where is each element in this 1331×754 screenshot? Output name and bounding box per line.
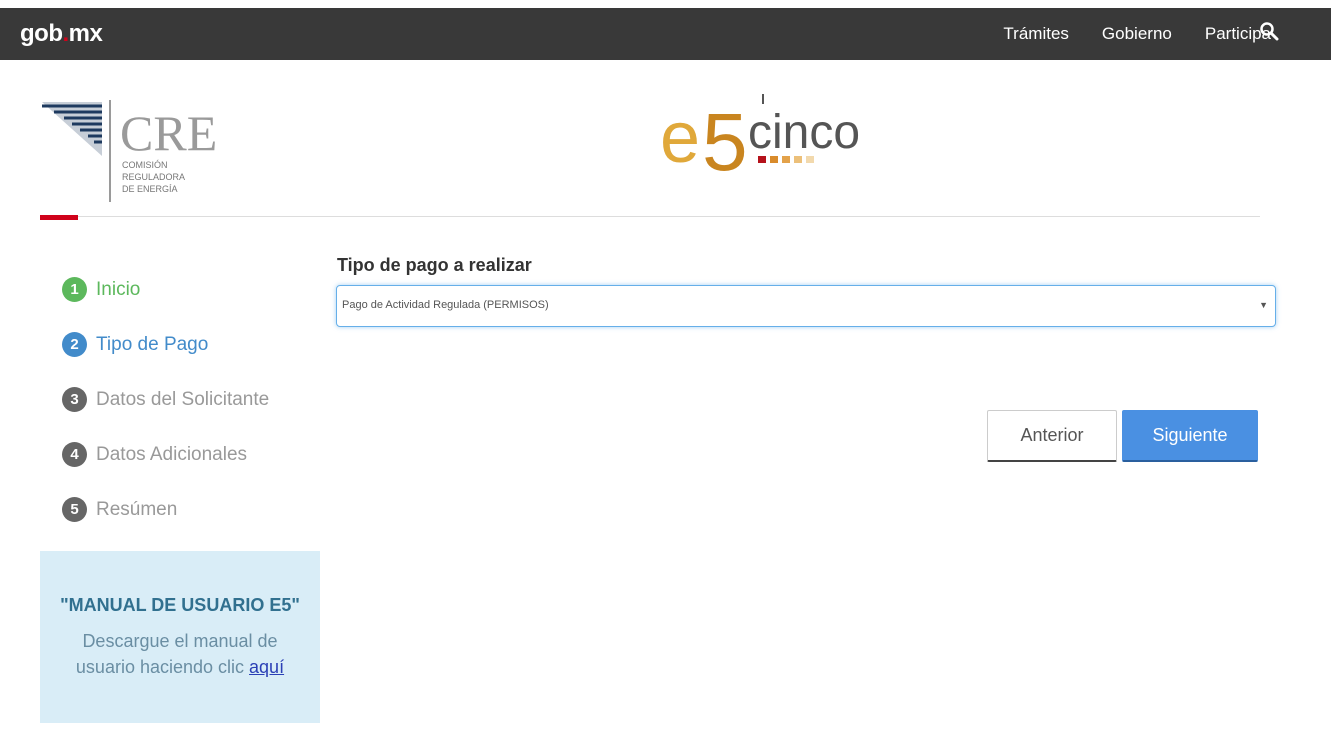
steps-list: 1 Inicio 2 Tipo de Pago 3 Datos del Soli…	[62, 262, 322, 537]
brand-suffix: mx	[68, 20, 103, 47]
payment-type-select[interactable]: Pago de Actividad Regulada (PERMISOS) ▼	[336, 285, 1276, 327]
manual-text: Descargue el manual de usuario haciendo …	[40, 628, 320, 680]
step-number-badge: 2	[62, 332, 87, 357]
nav-tramites[interactable]: Trámites	[1003, 24, 1069, 44]
manual-text-line2: usuario haciendo clic	[75, 657, 250, 677]
step-label: Inicio	[96, 278, 141, 300]
step-number-badge: 5	[62, 497, 87, 522]
svg-text:cinco: cinco	[748, 106, 860, 159]
dropdown-caret-icon: ▼	[1259, 300, 1268, 310]
header-accent	[40, 215, 78, 220]
payment-type-label: Tipo de pago a realizar	[337, 255, 532, 275]
step-number-badge: 1	[62, 277, 87, 302]
nav-gobierno[interactable]: Gobierno	[1102, 24, 1172, 44]
step-number-badge: 4	[62, 442, 87, 467]
top-navbar: gob.mx Trámites Gobierno Participa	[0, 8, 1331, 60]
manual-download-link[interactable]: aquí	[249, 657, 284, 677]
step-tipo-de-pago[interactable]: 2 Tipo de Pago	[62, 317, 322, 372]
gobmx-logo[interactable]: gob.mx	[20, 20, 103, 48]
search-icon[interactable]	[1259, 21, 1281, 43]
svg-text:e: e	[660, 98, 700, 178]
header-divider	[40, 216, 1260, 217]
step-number-badge: 3	[62, 387, 87, 412]
payment-type-value: Pago de Actividad Regulada (PERMISOS)	[342, 299, 549, 311]
step-datos-adicionales[interactable]: 4 Datos Adicionales	[62, 427, 322, 482]
step-label: Datos del Solicitante	[96, 388, 270, 410]
manual-title: "MANUAL DE USUARIO E5"	[60, 595, 300, 615]
previous-button[interactable]: Anterior	[987, 410, 1117, 462]
step-datos-solicitante[interactable]: 3 Datos del Solicitante	[62, 372, 322, 427]
cre-logo: CRE COMISIÓN REGULADORA DE ENERGÍA	[40, 98, 240, 208]
next-button[interactable]: Siguiente	[1122, 410, 1258, 462]
manual-box: "MANUAL DE USUARIO E5" Descargue el manu…	[40, 551, 320, 723]
step-resumen[interactable]: 5 Resúmen	[62, 482, 322, 537]
top-nav: Trámites Gobierno Participa	[970, 8, 1271, 60]
step-label: Datos Adicionales	[96, 443, 248, 465]
brand-main: gob	[20, 20, 63, 47]
svg-text:COMISIÓN: COMISIÓN	[122, 160, 168, 170]
step-label: Tipo de Pago	[96, 333, 209, 355]
svg-text:DE ENERGÍA: DE ENERGÍA	[122, 184, 178, 194]
e5cinco-logo: e 5 cinco	[660, 92, 890, 188]
svg-text:5: 5	[702, 97, 748, 182]
cre-title-text: CRE	[120, 105, 217, 161]
step-inicio[interactable]: 1 Inicio	[62, 262, 322, 317]
step-label: Resúmen	[96, 498, 178, 520]
svg-text:REGULADORA: REGULADORA	[122, 172, 185, 182]
manual-text-line1: Descargue el manual de	[82, 631, 278, 651]
